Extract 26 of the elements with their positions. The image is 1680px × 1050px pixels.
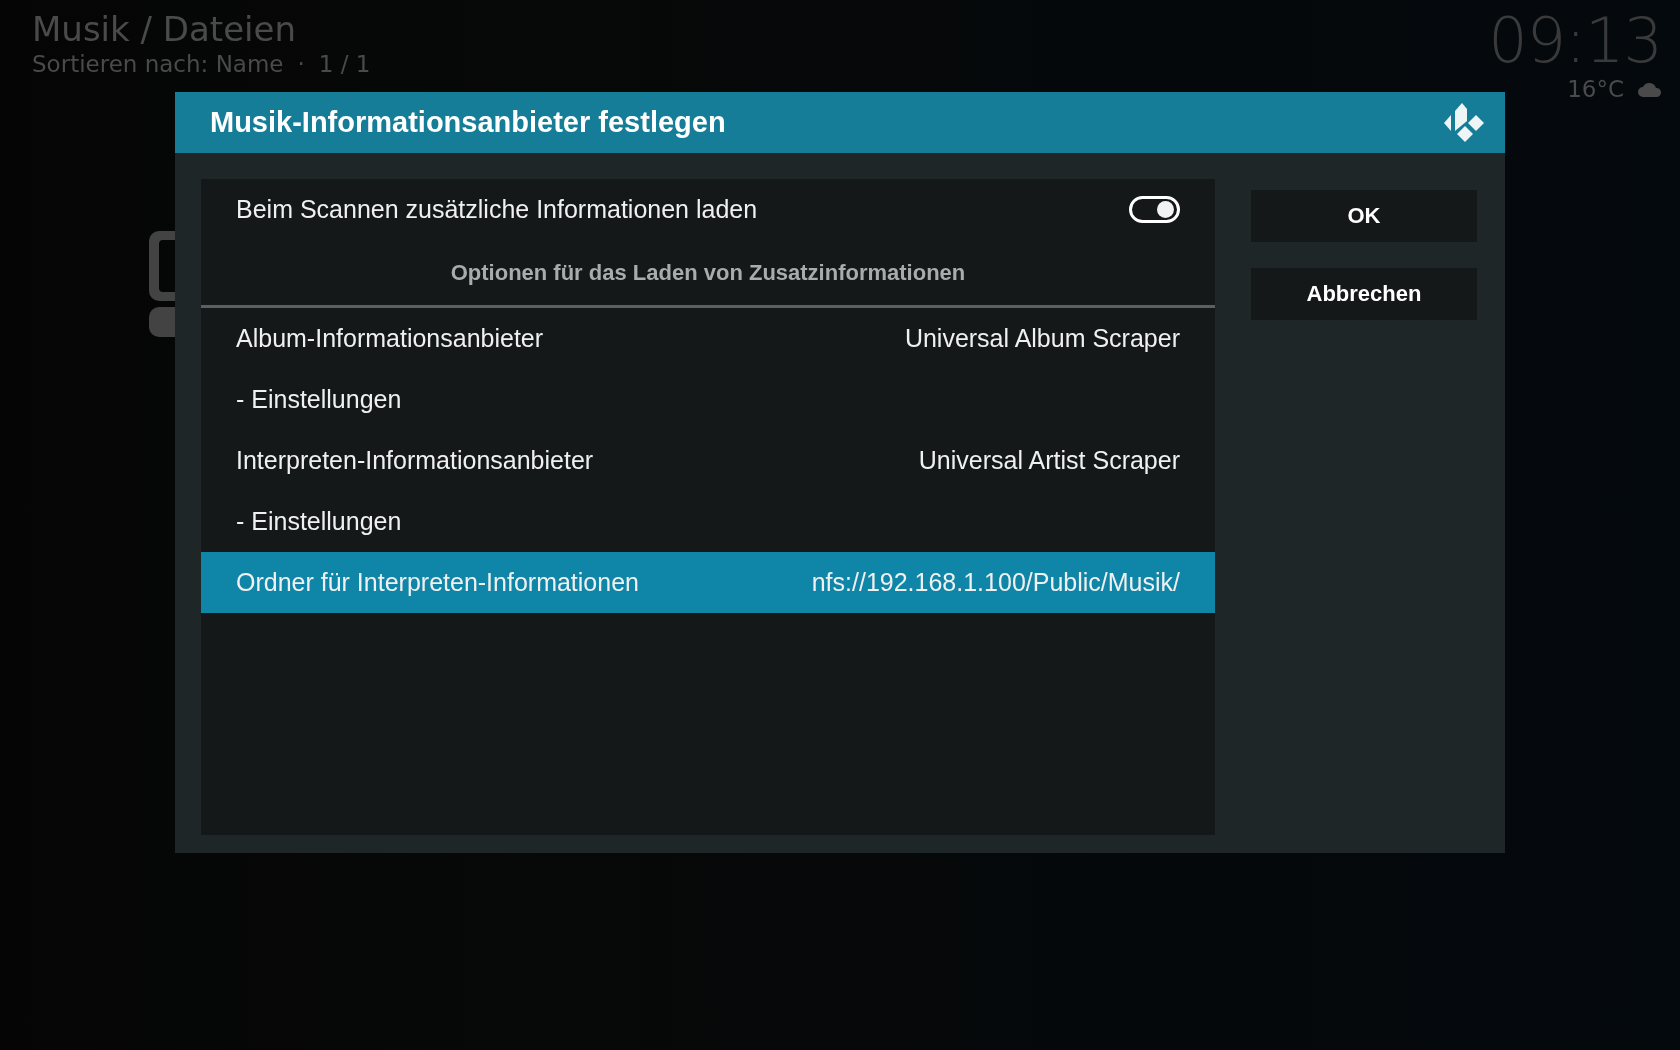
- toggle-switch[interactable]: [1129, 196, 1180, 223]
- dialog-button[interactable]: OK: [1251, 190, 1477, 242]
- setting-label: - Einstellungen: [236, 507, 402, 536]
- cloud-icon: [1638, 81, 1662, 97]
- dialog-title: Musik-Informationsanbieter festlegen: [210, 106, 726, 139]
- setting-label: Album-Informationsanbieter: [236, 324, 544, 353]
- dialog-button[interactable]: Abbrechen: [1251, 268, 1477, 320]
- setting-row[interactable]: Interpreten-Informationsanbieter Universal Artist Scraper: [201, 430, 1215, 491]
- setting-label: - Einstellungen: [236, 385, 402, 414]
- setting-label: Beim Scannen zusätzliche Informationen laden: [236, 195, 758, 224]
- setting-row[interactable]: - Einstellungen: [201, 491, 1215, 552]
- setting-row[interactable]: Ordner für Interpreten-Informationen nfs://192.168.1.100/Public/Musik/: [201, 552, 1215, 613]
- setting-value: Universal Artist Scraper: [918, 446, 1180, 475]
- section-heading: Optionen für das Laden von Zusatzinformationen: [450, 259, 966, 286]
- setting-row[interactable]: - Einstellungen: [201, 369, 1215, 430]
- setting-value: Universal Album Scraper: [904, 324, 1180, 353]
- temperature: 16°C: [1567, 76, 1624, 102]
- setting-row[interactable]: Beim Scannen zusätzliche Informationen laden: [201, 179, 1215, 240]
- setting-label: Interpreten-Informationsanbieter: [236, 446, 594, 475]
- sort-label: Sortieren nach: Name: [32, 50, 284, 78]
- page-count: 1 / 1: [318, 50, 371, 78]
- setting-row[interactable]: Album-Informationsanbieter Universal Album Scraper: [201, 308, 1215, 369]
- separator-dot: ·: [297, 50, 305, 78]
- page-title: Musik / Dateien: [32, 8, 296, 50]
- setting-value: nfs://192.168.1.100/Public/Musik/: [811, 568, 1180, 597]
- setting-label: Ordner für Interpreten-Informationen: [236, 568, 639, 597]
